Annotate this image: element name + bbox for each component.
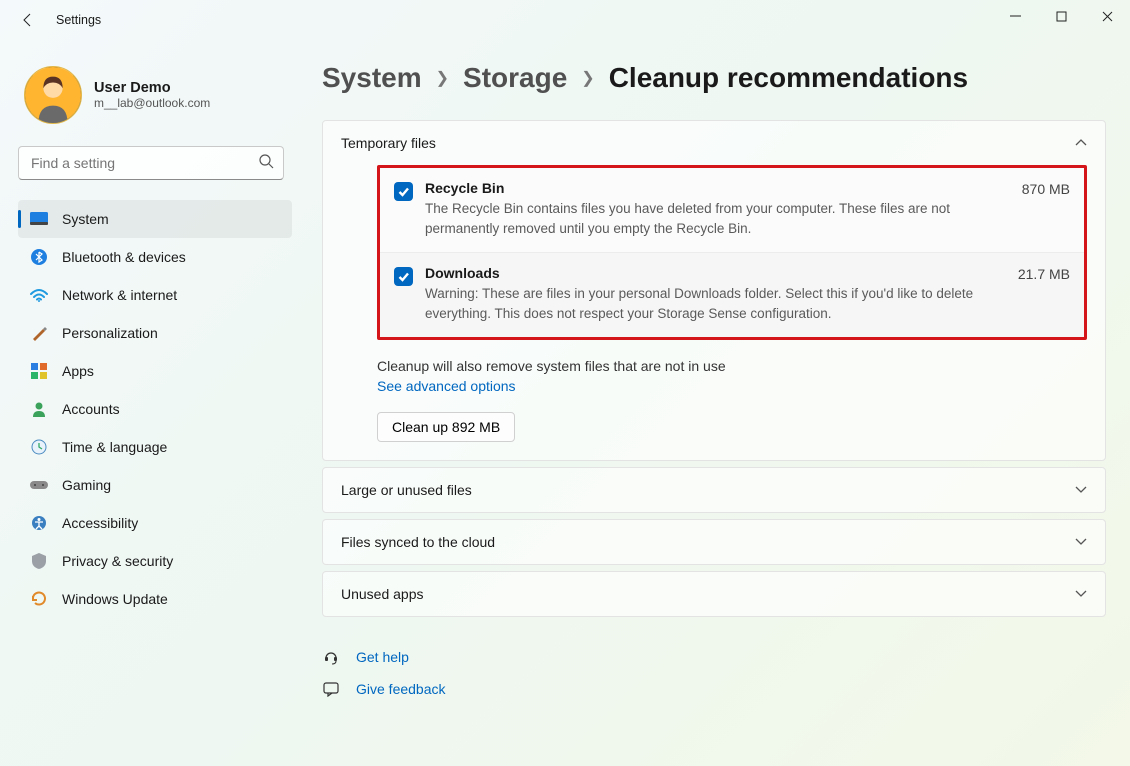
breadcrumb: System ❯ Storage ❯ Cleanup recommendatio… [322,62,1106,94]
system-icon [30,210,48,228]
nav-item-privacy[interactable]: Privacy & security [18,542,292,580]
panel-title: Unused apps [341,586,424,602]
panel-header-cloud-synced[interactable]: Files synced to the cloud [323,520,1105,564]
nav-item-accessibility[interactable]: Accessibility [18,504,292,542]
user-email: m__lab@outlook.com [94,96,210,110]
panel-large-unused: Large or unused files [322,467,1106,513]
nav-item-personalization[interactable]: Personalization [18,314,292,352]
nav-label: Windows Update [62,591,168,607]
breadcrumb-storage[interactable]: Storage [463,62,567,94]
nav-item-bluetooth[interactable]: Bluetooth & devices [18,238,292,276]
panel-title: Large or unused files [341,482,472,498]
file-size: 21.7 MB [1018,266,1070,282]
headset-icon [322,649,340,665]
nav-list: System Bluetooth & devices Network & int… [18,200,292,618]
minimize-button[interactable] [992,0,1038,32]
feedback-icon [322,681,340,697]
help-label: Get help [356,649,409,665]
bluetooth-icon [30,248,48,266]
nav-label: Accounts [62,401,120,417]
checkbox-downloads[interactable] [394,267,413,286]
nav-label: Privacy & security [62,553,173,569]
file-title: Recycle Bin [425,180,1000,196]
file-item-recycle-bin[interactable]: Recycle Bin The Recycle Bin contains fil… [380,168,1084,252]
search-field-wrap [18,146,284,180]
update-icon [30,590,48,608]
panel-header-large-unused[interactable]: Large or unused files [323,468,1105,512]
nav-label: Network & internet [62,287,177,303]
panel-cloud-synced: Files synced to the cloud [322,519,1106,565]
file-item-downloads[interactable]: Downloads Warning: These are files in yo… [380,252,1084,337]
chevron-down-icon [1075,535,1087,549]
chevron-right-icon: ❯ [436,68,449,88]
advanced-options-link[interactable]: See advanced options [377,378,516,394]
nav-label: Time & language [62,439,167,455]
cleanup-button[interactable]: Clean up 892 MB [377,412,515,442]
window-controls [992,0,1130,32]
file-text: Recycle Bin The Recycle Bin contains fil… [425,180,1000,238]
breadcrumb-system[interactable]: System [322,62,422,94]
main-content: System ❯ Storage ❯ Cleanup recommendatio… [300,40,1130,766]
gamepad-icon [30,476,48,494]
accessibility-icon [30,514,48,532]
nav-item-accounts[interactable]: Accounts [18,390,292,428]
panel-body-temporary-files: Recycle Bin The Recycle Bin contains fil… [323,165,1105,460]
nav-item-network[interactable]: Network & internet [18,276,292,314]
sidebar: User Demo m__lab@outlook.com System Blue… [0,40,300,766]
file-list-highlight: Recycle Bin The Recycle Bin contains fil… [377,165,1087,340]
clock-icon [30,438,48,456]
nav-label: Gaming [62,477,111,493]
nav-item-system[interactable]: System [18,200,292,238]
back-button[interactable] [8,4,48,36]
close-button[interactable] [1084,0,1130,32]
maximize-button[interactable] [1038,0,1084,32]
user-block[interactable]: User Demo m__lab@outlook.com [24,66,292,124]
nav-label: Accessibility [62,515,138,531]
file-size: 870 MB [1022,181,1070,197]
panel-title: Temporary files [341,135,436,151]
checkbox-recycle-bin[interactable] [394,182,413,201]
file-desc: The Recycle Bin contains files you have … [425,199,1000,238]
nav-label: Personalization [62,325,158,341]
give-feedback-link[interactable]: Give feedback [322,673,1106,705]
panel-header-unused-apps[interactable]: Unused apps [323,572,1105,616]
panel-unused-apps: Unused apps [322,571,1106,617]
user-name: User Demo [94,80,210,96]
breadcrumb-current: Cleanup recommendations [609,62,968,94]
avatar [24,66,82,124]
help-label: Give feedback [356,681,446,697]
cleanup-note: Cleanup will also remove system files th… [377,358,1087,374]
help-links: Get help Give feedback [322,641,1106,705]
brush-icon [30,324,48,342]
panel-title: Files synced to the cloud [341,534,495,550]
file-text: Downloads Warning: These are files in yo… [425,265,996,323]
nav-item-gaming[interactable]: Gaming [18,466,292,504]
file-desc: Warning: These are files in your persona… [425,284,996,323]
app-title: Settings [56,13,101,27]
panel-header-temporary-files[interactable]: Temporary files [323,121,1105,165]
chevron-right-icon: ❯ [581,68,594,88]
person-icon [30,400,48,418]
nav-label: Apps [62,363,94,379]
chevron-down-icon [1075,587,1087,601]
search-input[interactable] [18,146,284,180]
shield-icon [30,552,48,570]
nav-item-apps[interactable]: Apps [18,352,292,390]
nav-item-update[interactable]: Windows Update [18,580,292,618]
nav-item-time[interactable]: Time & language [18,428,292,466]
search-icon[interactable] [259,154,274,172]
titlebar: Settings [0,0,1130,40]
wifi-icon [30,286,48,304]
file-title: Downloads [425,265,996,281]
nav-label: Bluetooth & devices [62,249,186,265]
get-help-link[interactable]: Get help [322,641,1106,673]
panel-temporary-files: Temporary files Recycle Bin The Recycle … [322,120,1106,461]
chevron-up-icon [1075,136,1087,150]
nav-label: System [62,211,109,227]
apps-icon [30,362,48,380]
chevron-down-icon [1075,483,1087,497]
